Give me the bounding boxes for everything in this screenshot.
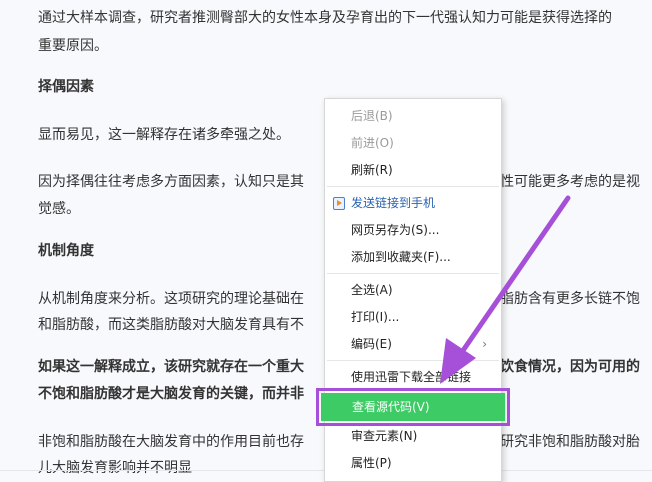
arrow-annotation [440, 195, 571, 384]
